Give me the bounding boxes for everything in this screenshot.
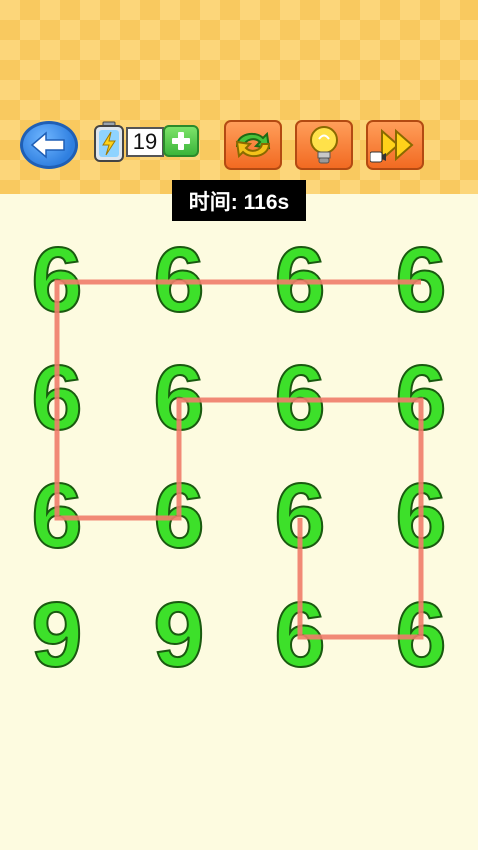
grid-cell-r2-c3[interactable]: 6 [376,465,466,567]
grid-cell-r1-c0[interactable]: 6 [12,347,102,449]
grid-cell-r0-c1[interactable]: 6 [134,229,224,331]
grid-cell-r0-c2[interactable]: 6 [255,229,345,331]
path-line [54,279,424,640]
grid-cell-r3-c0[interactable]: 9 [12,584,102,686]
grid-cell-r1-c2[interactable]: 6 [255,347,345,449]
grid-cell-r1-c3[interactable]: 6 [376,347,466,449]
grid-cell-r3-c3[interactable]: 6 [376,584,466,686]
grid-cell-r1-c1[interactable]: 6 [134,347,224,449]
grid-cell-r2-c1[interactable]: 6 [134,465,224,567]
grid-cell-r3-c1[interactable]: 9 [134,584,224,686]
grid-cell-r2-c2[interactable]: 6 [255,465,345,567]
grid-cell-r3-c2[interactable]: 6 [255,584,345,686]
grid-cell-r0-c0[interactable]: 6 [12,229,102,331]
grid-cell-r0-c3[interactable]: 6 [376,229,466,331]
grid-cell-r2-c0[interactable]: 6 [12,465,102,567]
number-grid: 6666666666669966 [0,0,478,850]
